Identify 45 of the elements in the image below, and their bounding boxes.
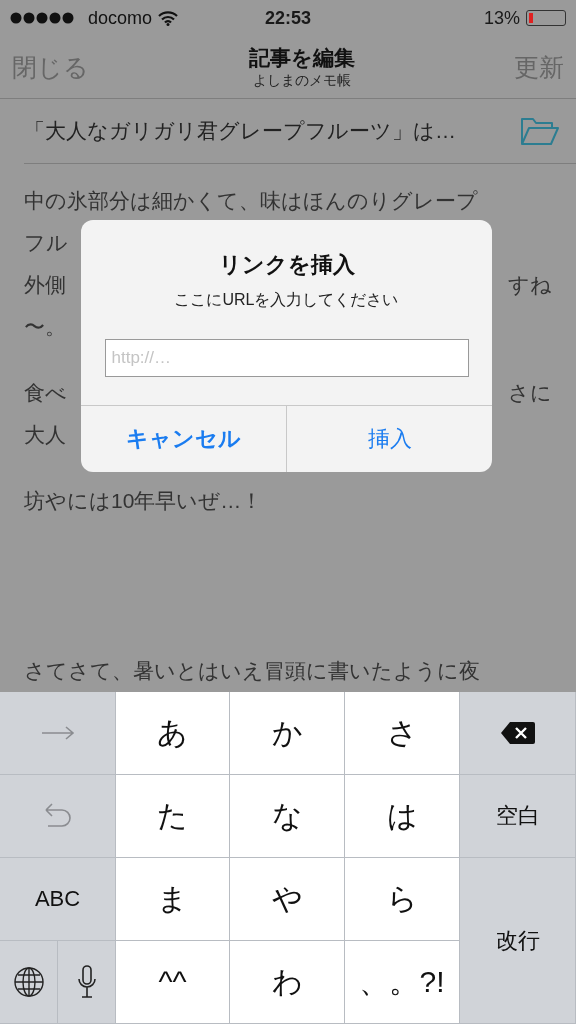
article-title: 「大人なガリガリ君グレープフルーツ」は… bbox=[24, 118, 456, 144]
kana-key[interactable]: さ bbox=[345, 692, 460, 775]
body-text: 大人 bbox=[24, 422, 66, 448]
battery-percent: 13% bbox=[483, 7, 520, 29]
dialog-message: ここにURLを入力してください bbox=[174, 290, 399, 310]
body-text: 食べ bbox=[24, 380, 67, 406]
space-key[interactable]: 空白 bbox=[460, 775, 576, 858]
delete-icon bbox=[499, 721, 536, 745]
cancel-button[interactable]: キャンセル bbox=[81, 406, 286, 472]
dialog-title: リンクを挿入 bbox=[218, 251, 355, 279]
microphone-icon bbox=[76, 965, 97, 999]
mic-key[interactable] bbox=[58, 941, 116, 1024]
body-text: すね bbox=[508, 272, 552, 298]
kana-key[interactable]: は bbox=[345, 775, 460, 858]
delete-key[interactable] bbox=[460, 692, 576, 775]
carrier-name: docomo bbox=[88, 7, 153, 29]
kana-key[interactable]: ら bbox=[345, 858, 460, 941]
kana-key[interactable]: か bbox=[230, 692, 345, 775]
kana-key[interactable]: ま bbox=[116, 858, 230, 941]
globe-icon bbox=[12, 966, 45, 998]
kana-key[interactable]: あ bbox=[116, 692, 230, 775]
body-text: フル bbox=[24, 230, 68, 256]
wifi-icon bbox=[158, 10, 179, 26]
kana-key[interactable]: や bbox=[230, 858, 345, 941]
url-input-field[interactable]: http://… bbox=[104, 339, 469, 377]
kana-key[interactable]: な bbox=[230, 775, 345, 858]
mode-key[interactable]: ABC bbox=[0, 858, 116, 941]
return-key[interactable]: 改行 bbox=[460, 858, 576, 1024]
battery-icon bbox=[526, 10, 566, 26]
insert-button[interactable]: 挿入 bbox=[286, 406, 492, 472]
body-text: 外側 bbox=[24, 272, 66, 298]
body-text: さに bbox=[508, 380, 552, 406]
nav-title: 記事を編集 bbox=[248, 45, 355, 71]
body-text: さてさて、暑いとはいえ冒頭に書いたように夜 bbox=[24, 658, 480, 684]
kana-key[interactable]: 、。?! bbox=[345, 941, 460, 1024]
kana-key[interactable]: わ bbox=[230, 941, 345, 1024]
status-time: 22:53 bbox=[264, 7, 311, 29]
nav-subtitle: よしまのメモ帳 bbox=[252, 72, 351, 90]
body-text: 坊やには10年早いぜ…！ bbox=[24, 488, 263, 514]
body-text: 中の氷部分は細かくて、味はほんのりグレープ bbox=[24, 188, 478, 214]
globe-key[interactable] bbox=[0, 941, 58, 1024]
body-text: 〜。 bbox=[24, 314, 66, 340]
kana-key[interactable]: た bbox=[116, 775, 230, 858]
kana-key[interactable]: ^^ bbox=[116, 941, 230, 1024]
arrow-icon bbox=[40, 726, 75, 740]
